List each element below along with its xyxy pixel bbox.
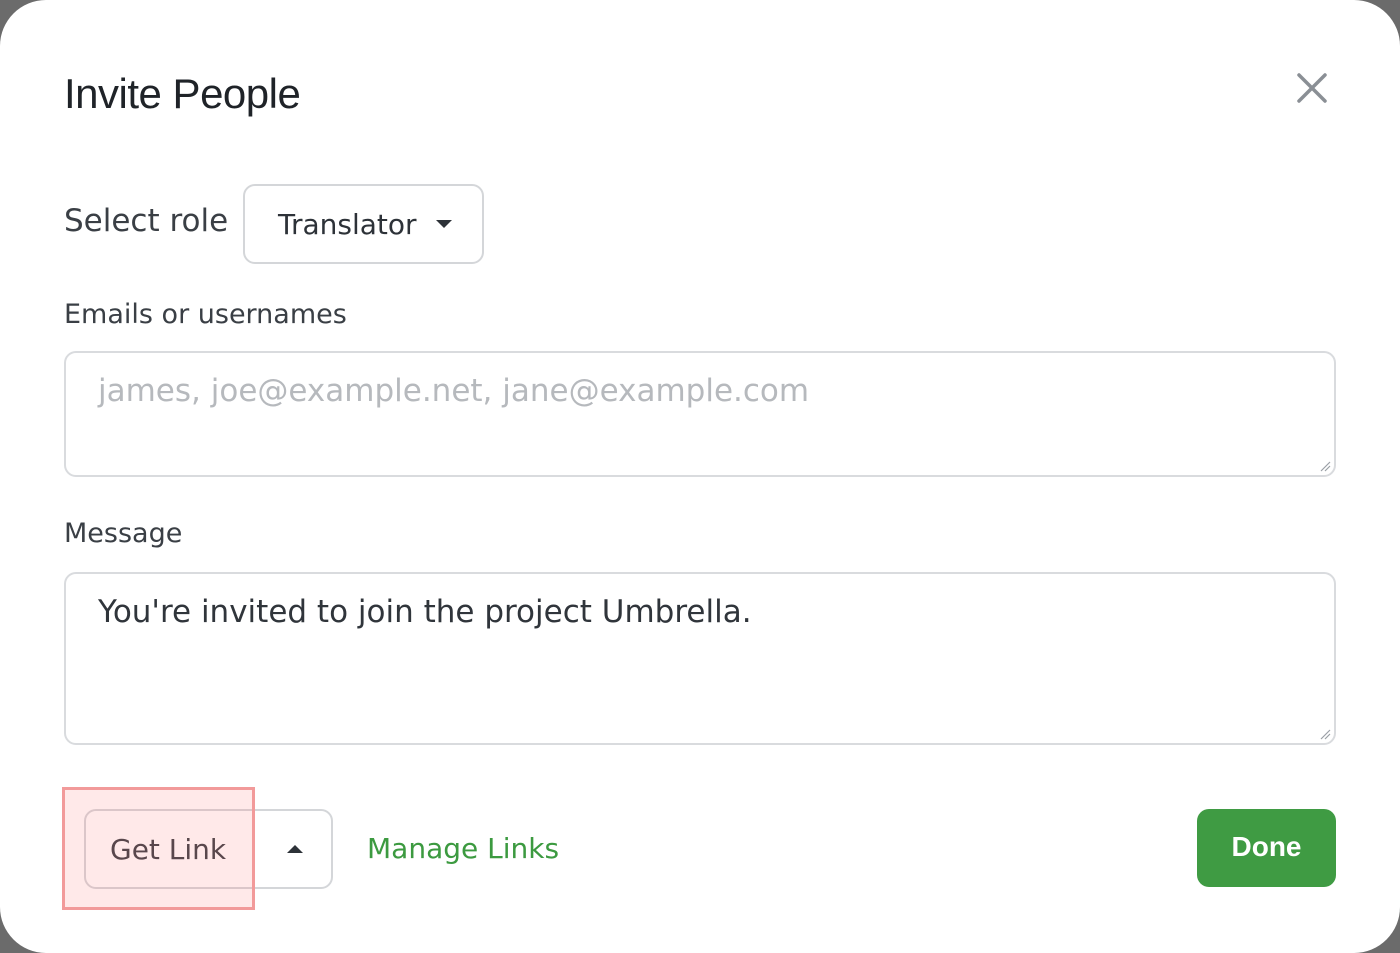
done-button[interactable]: Done [1197, 809, 1336, 887]
close-icon [1297, 73, 1327, 103]
dialog-title: Invite People [64, 70, 301, 117]
get-link-button[interactable]: Get Link [86, 811, 254, 887]
resize-handle-icon[interactable] [1319, 460, 1331, 472]
select-role-label: Select role [64, 203, 229, 239]
caret-up-icon [287, 845, 303, 853]
message-text: You're invited to join the project Umbre… [98, 594, 752, 630]
emails-placeholder: james, joe@example.net, jane@example.com [98, 373, 810, 409]
message-label: Message [64, 518, 183, 549]
role-select-dropdown[interactable]: Translator [243, 184, 484, 264]
resize-handle-icon[interactable] [1319, 728, 1331, 740]
get-link-dropdown-toggle[interactable] [254, 811, 333, 887]
emails-label: Emails or usernames [64, 299, 347, 330]
manage-links-link[interactable]: Manage Links [367, 832, 559, 865]
role-select-value: Translator [278, 208, 417, 241]
get-link-label: Get Link [110, 833, 227, 866]
caret-down-icon [436, 220, 452, 228]
close-button[interactable] [1292, 68, 1332, 108]
emails-input[interactable]: james, joe@example.net, jane@example.com [64, 351, 1336, 477]
invite-people-dialog: Invite People Select role Translator Ema… [0, 0, 1400, 953]
message-input[interactable]: You're invited to join the project Umbre… [64, 572, 1336, 745]
done-label: Done [1231, 831, 1302, 862]
get-link-button-group: Get Link [84, 809, 333, 889]
